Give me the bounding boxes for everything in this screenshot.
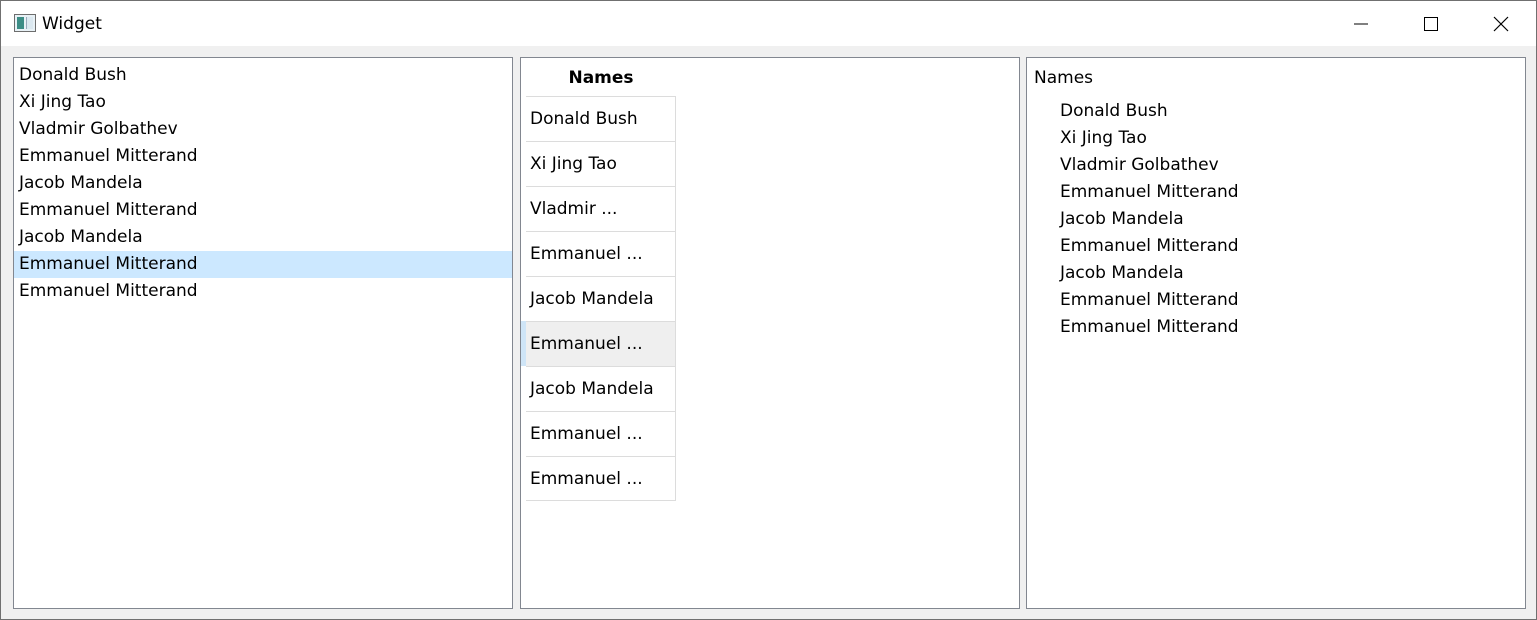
list-item[interactable]: Emmanuel Mitterand [14,143,512,170]
table-cell[interactable]: Jacob Mandela [526,366,676,411]
list-item[interactable]: Emmanuel Mitterand [14,278,512,305]
table-cell-current[interactable]: Emmanuel ... [526,321,676,366]
names-list-view[interactable]: Donald Bush Xi Jing Tao Vladmir Golbathe… [13,57,513,609]
maximize-button[interactable] [1396,1,1466,46]
tree-item[interactable]: Vladmir Golbathev [1060,152,1219,179]
list-item[interactable]: Emmanuel Mitterand [14,197,512,224]
table-cell[interactable]: Donald Bush [526,96,676,141]
tree-root-item[interactable]: Names [1034,66,1093,90]
list-item-selected[interactable]: Emmanuel Mitterand [14,251,512,278]
tree-item[interactable]: Donald Bush [1060,98,1168,125]
minimize-button[interactable] [1326,1,1396,46]
tree-item[interactable]: Jacob Mandela [1060,206,1184,233]
list-item[interactable]: Vladmir Golbathev [14,116,512,143]
app-window: Widget Donald Bush Xi Jing Tao Vladmir G… [0,0,1537,620]
table-cell[interactable]: Emmanuel ... [526,231,676,276]
tree-item[interactable]: Emmanuel Mitterand [1060,287,1239,314]
tree-item[interactable]: Emmanuel Mitterand [1060,233,1239,260]
title-bar[interactable]: Widget [1,1,1536,46]
names-table-view[interactable]: Names Donald Bush Xi Jing Tao Vladmir ..… [520,57,1020,609]
maximize-icon [1424,16,1438,31]
tree-item[interactable]: Xi Jing Tao [1060,125,1147,152]
minimize-icon [1354,23,1368,24]
table-cell[interactable]: Vladmir ... [526,186,676,231]
tree-item[interactable]: Emmanuel Mitterand [1060,314,1239,341]
tree-item[interactable]: Jacob Mandela [1060,260,1184,287]
list-item[interactable]: Xi Jing Tao [14,89,512,116]
table-cell[interactable]: Emmanuel ... [526,411,676,456]
table-cell[interactable]: Xi Jing Tao [526,141,676,186]
table-cell[interactable]: Jacob Mandela [526,276,676,321]
list-item[interactable]: Jacob Mandela [14,170,512,197]
app-window-icon [14,14,36,32]
window-title: Widget [42,14,102,34]
list-item[interactable]: Donald Bush [14,62,512,89]
names-tree-view[interactable]: Names Donald Bush Xi Jing Tao Vladmir Go… [1026,57,1526,609]
table-cell[interactable]: Emmanuel ... [526,456,676,501]
close-icon [1493,16,1509,31]
column-header-names[interactable]: Names [526,58,676,96]
close-button[interactable] [1466,1,1536,46]
tree-item[interactable]: Emmanuel Mitterand [1060,179,1239,206]
list-item[interactable]: Jacob Mandela [14,224,512,251]
